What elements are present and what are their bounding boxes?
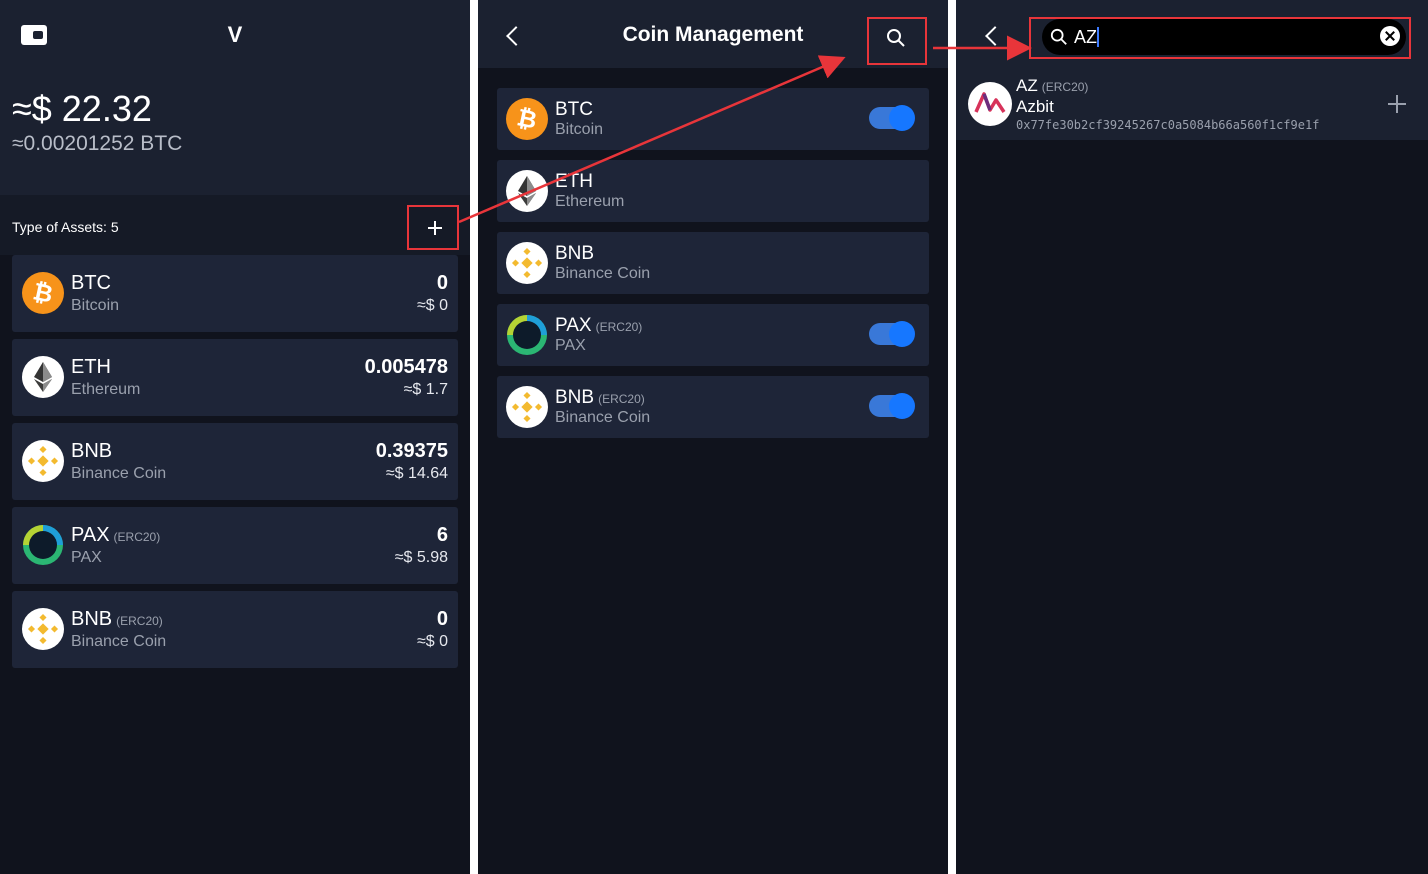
coin-toggle[interactable] bbox=[869, 393, 915, 419]
bnb-icon bbox=[22, 608, 64, 650]
asset-amount: 6 bbox=[436, 524, 448, 546]
asset-value: ≈$ 14.64 bbox=[385, 465, 448, 482]
asset-amount: 0 bbox=[436, 272, 448, 294]
coin-name: Bitcoin bbox=[555, 121, 604, 138]
btc-icon: ₿ bbox=[22, 272, 64, 314]
coin-row-btc[interactable]: ₿ BTC Bitcoin bbox=[497, 88, 929, 150]
search-field[interactable] bbox=[1042, 19, 1406, 55]
pax-icon bbox=[23, 525, 63, 565]
coin-row-pax[interactable]: PAX (ERC20) PAX bbox=[497, 304, 929, 366]
asset-name: Binance Coin bbox=[71, 633, 167, 650]
coin-symbol: BNB bbox=[555, 243, 595, 264]
bnb-icon bbox=[22, 440, 64, 482]
eth-icon bbox=[22, 356, 64, 398]
asset-card-bnb[interactable]: BNB Binance Coin 0.39375 ≈$ 14.64 bbox=[12, 423, 458, 500]
wallet-icon[interactable] bbox=[21, 25, 47, 45]
asset-symbol: PAX (ERC20) bbox=[71, 524, 161, 546]
asset-amount: 0.39375 bbox=[375, 440, 448, 462]
asset-symbol: ETH bbox=[71, 356, 111, 378]
coin-name: Ethereum bbox=[555, 193, 625, 210]
asset-name: Binance Coin bbox=[71, 465, 167, 482]
btc-icon: ₿ bbox=[506, 98, 548, 140]
coin-row-bnb-erc20[interactable]: BNB (ERC20) Binance Coin bbox=[497, 376, 929, 438]
search-icon bbox=[1050, 28, 1067, 45]
result-name: Azbit bbox=[1016, 97, 1054, 116]
coin-symbol: ETH bbox=[555, 171, 593, 192]
asset-card-eth[interactable]: ETH Ethereum 0.005478 ≈$ 1.7 bbox=[12, 339, 458, 416]
asset-name: Bitcoin bbox=[71, 297, 120, 314]
asset-value: ≈$ 0 bbox=[416, 633, 448, 650]
asset-symbol: BNB (ERC20) bbox=[71, 608, 163, 630]
coin-name: Binance Coin bbox=[555, 409, 651, 426]
search-result-row[interactable]: AZ (ERC20) Azbit 0x77fe30b2cf39245267c0a5… bbox=[956, 68, 1428, 140]
text-caret bbox=[1097, 27, 1099, 47]
page-title: Coin Management bbox=[622, 23, 804, 46]
clear-icon[interactable] bbox=[1380, 26, 1400, 46]
add-token-button[interactable] bbox=[1388, 94, 1408, 114]
wallet-name[interactable]: V bbox=[200, 22, 270, 48]
asset-amount: 0 bbox=[436, 608, 448, 630]
coin-symbol: BNB (ERC20) bbox=[555, 387, 645, 408]
eth-icon bbox=[506, 170, 548, 212]
wallet-panel: V ≈$ 22.32 ≈0.00201252 BTC Type of Asset… bbox=[0, 0, 470, 874]
result-symbol: AZ (ERC20) bbox=[1016, 76, 1089, 95]
coin-toggle[interactable] bbox=[869, 105, 915, 131]
asset-value: ≈$ 0 bbox=[416, 297, 448, 314]
coin-symbol: BTC bbox=[555, 99, 593, 120]
search-panel: AZ(ERC20) Azbit 0x77fe30b2cf39245267c0a5… bbox=[956, 0, 1428, 874]
bnb-icon bbox=[506, 242, 548, 284]
azbit-icon bbox=[968, 82, 1012, 126]
asset-value: ≈$ 1.7 bbox=[403, 381, 448, 398]
result-contract-address: 0x77fe30b2cf39245267c0a5084b66a560f1cf9e… bbox=[1016, 118, 1320, 132]
add-asset-button[interactable] bbox=[407, 205, 459, 250]
bnb-icon bbox=[506, 386, 548, 428]
search-icon bbox=[887, 29, 905, 47]
asset-name: PAX bbox=[71, 549, 102, 566]
coin-toggle[interactable] bbox=[869, 321, 915, 347]
coin-row-eth[interactable]: ETH Ethereum bbox=[497, 160, 929, 222]
pax-icon bbox=[507, 315, 547, 355]
coin-management-panel: Coin Management ₿ BTC Bitcoin ETH Ethere… bbox=[478, 0, 948, 874]
asset-card-pax[interactable]: PAX (ERC20) PAX 6 ≈$ 5.98 bbox=[12, 507, 458, 584]
asset-value: ≈$ 5.98 bbox=[394, 549, 448, 566]
asset-types-label: Type of Assets: 5 bbox=[12, 219, 119, 235]
coin-name: PAX bbox=[555, 337, 586, 354]
search-input[interactable] bbox=[1074, 23, 1364, 51]
asset-name: Ethereum bbox=[71, 381, 141, 398]
asset-symbol: BTC bbox=[71, 272, 111, 294]
asset-card-bnb-erc20[interactable]: BNB (ERC20) Binance Coin 0 ≈$ 0 bbox=[12, 591, 458, 668]
total-balance-usd: ≈$ 22.32 bbox=[12, 88, 152, 129]
asset-card-btc[interactable]: ₿ BTC Bitcoin 0 ≈$ 0 bbox=[12, 255, 458, 332]
asset-amount: 0.005478 bbox=[364, 356, 448, 378]
total-balance-btc: ≈0.00201252 BTC bbox=[12, 132, 183, 155]
coin-name: Binance Coin bbox=[555, 265, 651, 282]
search-button[interactable] bbox=[867, 17, 927, 65]
coin-row-bnb[interactable]: BNB Binance Coin bbox=[497, 232, 929, 294]
asset-symbol: BNB bbox=[71, 440, 113, 462]
coin-symbol: PAX (ERC20) bbox=[555, 315, 643, 336]
